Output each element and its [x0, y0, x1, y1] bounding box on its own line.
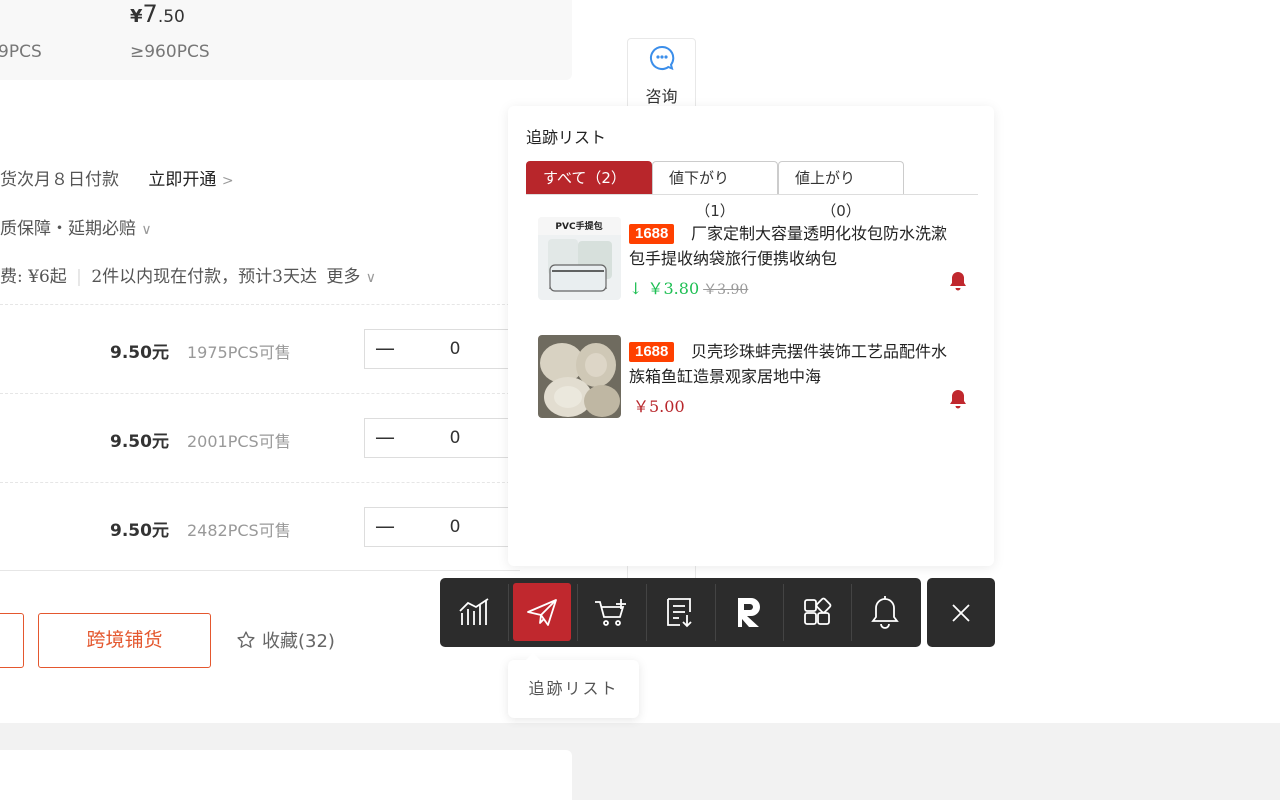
bell-icon[interactable]: [948, 270, 968, 292]
tier-quantity-right: ≥960PCS: [130, 42, 210, 62]
delivery-estimate-text: 2件以内现在付款，预计3天达: [91, 267, 317, 287]
favorite-label: 收藏(32): [262, 631, 335, 652]
tab-label: 値下がり: [669, 169, 730, 187]
r-logo-icon: [738, 598, 760, 627]
sku-row: 9.50元 2482PCS可售 — 0: [0, 482, 524, 571]
quantity-stepper: — 0: [364, 418, 524, 458]
tracking-tabs: すべて（2） 値下がり （1） 値上がり （0）: [526, 161, 978, 220]
price-integer: 7: [142, 0, 158, 28]
shipping-info-line: 费: ¥6起 | 2件以内现在付款，预计3天达 更多 ∨: [0, 262, 376, 287]
bell-icon: [871, 596, 899, 629]
tier-price: ¥7.50: [130, 0, 185, 28]
tracked-item[interactable]: PVC手提包 厂家定制大容量透明化妆包防水洗漱包手提收纳袋旅行便携收纳包 168…: [538, 217, 968, 301]
sku-stock: 1975PCS可售: [187, 343, 291, 362]
product-price: ↓ ￥3.80 ￥3.90: [629, 275, 748, 299]
guarantee-info-line[interactable]: 质保障・延期必赔 ∨: [0, 214, 152, 239]
cart-add-icon: [595, 599, 626, 626]
quantity-stepper: — 0: [364, 507, 524, 547]
product-title[interactable]: 贝壳珍珠蚌壳摆件装饰工艺品配件水族箱鱼缸造景观家居地中海: [629, 339, 955, 389]
divider: |: [76, 267, 82, 287]
product-title[interactable]: 厂家定制大容量透明化妆包防水洗漱包手提收纳袋旅行便携收纳包: [629, 221, 955, 271]
sku-stock: 2001PCS可售: [187, 432, 291, 451]
partial-action-button[interactable]: [0, 613, 24, 668]
product-price: ￥5.00: [633, 397, 685, 416]
chart-icon: [459, 598, 489, 625]
apps-grid-icon: [804, 597, 832, 625]
toolbar-logo-button[interactable]: [720, 583, 778, 641]
close-icon: [952, 603, 970, 622]
tracked-item[interactable]: 贝壳珍珠蚌壳摆件装饰工艺品配件水族箱鱼缸造景观家居地中海 1688 ￥5.00: [538, 335, 968, 419]
divider: [577, 584, 578, 641]
source-badge: 1688: [629, 342, 675, 362]
price-decimal: .50: [157, 7, 185, 27]
divider: [508, 584, 509, 641]
currency-symbol: ¥: [130, 6, 143, 27]
tier-quantity-left: 9PCS: [0, 42, 42, 62]
svg-text:PVC手提包: PVC手提包: [555, 220, 602, 232]
payment-info-line: 货次月８日付款 立即开通 >: [0, 165, 234, 190]
content-card: [0, 750, 572, 800]
decrease-button[interactable]: —: [365, 419, 405, 457]
shell-image: [538, 335, 621, 418]
extension-toolbar: [440, 578, 921, 647]
tab-label: 値上がり: [795, 169, 856, 187]
quantity-input[interactable]: 0: [425, 508, 485, 546]
old-price: ￥3.90: [703, 282, 749, 298]
list-download-icon: [667, 598, 692, 628]
tab-price-up[interactable]: 値上がり （0）: [778, 161, 904, 220]
toolbar-tracking-button[interactable]: [513, 583, 571, 641]
favorite-button[interactable]: 收藏(32): [236, 627, 335, 653]
sku-price: 9.50元: [110, 432, 169, 452]
tab-price-down[interactable]: 値下がり （1）: [652, 161, 778, 220]
toolbar-tooltip: 追跡リスト: [508, 653, 639, 718]
tab-all[interactable]: すべて（2）: [526, 161, 652, 194]
sku-row: 9.50元 1975PCS可售 — 0: [0, 304, 524, 393]
activate-now-link[interactable]: 立即开通: [148, 170, 216, 190]
current-price: ￥3.80: [647, 279, 700, 298]
more-link[interactable]: 更多: [326, 267, 360, 287]
payment-info-text: 货次月８日付款: [0, 170, 119, 190]
product-thumbnail[interactable]: [538, 335, 621, 418]
close-toolbar-button[interactable]: [927, 578, 995, 647]
guarantee-text: 质保障・延期必赔: [0, 219, 136, 239]
price-down-arrow-icon: ↓: [629, 279, 643, 298]
quantity-input[interactable]: 0: [425, 419, 485, 457]
tab-label: すべて（2）: [543, 169, 626, 187]
star-icon: [237, 631, 255, 648]
quantity-input[interactable]: 0: [425, 330, 485, 368]
chevron-down-icon: ∨: [141, 222, 152, 238]
tracking-list-panel: 追跡リスト すべて（2） 値下がり （1） 値上がり （0） PVC手提包 厂家…: [508, 106, 994, 566]
divider: [851, 584, 852, 641]
send-icon: [527, 599, 557, 626]
toolbar-list-button[interactable]: [651, 583, 709, 641]
bell-icon[interactable]: [948, 388, 968, 410]
consult-label: 咨询: [645, 87, 678, 106]
toolbar-chart-button[interactable]: [445, 583, 503, 641]
sku-price: 9.50元: [110, 343, 169, 363]
cross-border-button[interactable]: 跨境铺货: [38, 613, 211, 668]
source-badge: 1688: [629, 224, 675, 244]
divider: [783, 584, 784, 641]
chevron-down-icon: ∨: [365, 270, 377, 286]
sku-row: 9.50元 2001PCS可售 — 0: [0, 393, 524, 482]
product-thumbnail[interactable]: PVC手提包: [538, 217, 621, 300]
divider: [715, 584, 716, 641]
sku-stock: 2482PCS可售: [187, 521, 291, 540]
panel-title: 追跡リスト: [526, 128, 607, 147]
decrease-button[interactable]: —: [365, 330, 405, 368]
cosmetic-bag-image: PVC手提包: [538, 217, 621, 300]
shipping-fee-text: 费: ¥6起: [0, 267, 67, 287]
toolbar-notification-button[interactable]: [856, 583, 914, 641]
chat-bubble-icon: [650, 45, 675, 71]
decrease-button[interactable]: —: [365, 508, 405, 546]
price-tier-panel: ¥7.50 9PCS ≥960PCS: [0, 0, 572, 80]
chevron-right-icon: >: [221, 173, 234, 189]
quantity-stepper: — 0: [364, 329, 524, 369]
toolbar-apps-button[interactable]: [788, 583, 846, 641]
divider: [646, 584, 647, 641]
toolbar-cart-button[interactable]: [582, 583, 640, 641]
sku-price: 9.50元: [110, 521, 169, 541]
